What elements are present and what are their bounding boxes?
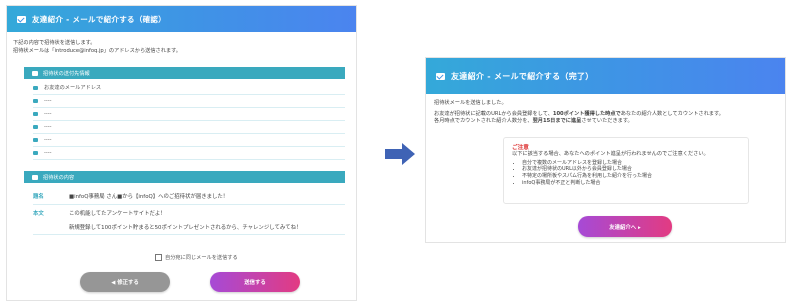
subject-row: 題名 ■infoQ事務局 さん■から【infoQ】へのご招待状が届きました！ (33, 188, 345, 205)
content-section-title: 招待状の内容 (43, 174, 75, 181)
recipients-section-title: 招待状の送付先情報 (43, 70, 90, 77)
envelope-icon (33, 124, 38, 129)
checkbox-label: 自分宛に同じメールを送信する (165, 255, 238, 261)
friend-referral-top-button[interactable]: 友達紹介へ ▸ (578, 216, 672, 237)
arrow-right-icon (385, 143, 415, 165)
notice-list: 自分で複数のメールアドレスを登録した場合 お友達が招待状のURL以外から会員登録… (512, 160, 740, 187)
intro-line-2: 招待状メールは「introduce@infoq.jp」のアドレスから送信されます… (13, 47, 181, 54)
recipient-value: ---- (44, 110, 52, 117)
recipient-row: お友達のメールアドレス (33, 81, 345, 95)
complete-line-1: 招待状メールを送信しました。 (434, 100, 507, 106)
envelope-icon (33, 137, 38, 142)
complete-message: 招待状メールを送信しました。 お友達が招待状に記載のURLから会員登録をして、1… (434, 100, 779, 126)
complete-line-3: 各月時点でカウントされた紹介人数分を、翌月15日までに進呈させていただきます。 (434, 118, 779, 126)
line3-part: させていただきます。 (581, 118, 633, 124)
complete-header: 友達紹介 - メールで紹介する（完了） (426, 58, 785, 94)
body-line-1: この机能してたアンケートサイトだよ！ (69, 211, 166, 217)
recipients-section-header: 招待状の送付先情報 (24, 67, 345, 79)
line2-part: お友達が招待状に記載のURLから会員登録をして、 (434, 110, 553, 117)
complete-title: 友達紹介 - メールで紹介する（完了） (451, 71, 594, 81)
line3-emphasis: 翌月15日までに進呈 (532, 118, 582, 124)
content-section-header: 招待状の内容 (24, 171, 345, 183)
envelope-icon (33, 85, 38, 90)
recipient-value: ---- (44, 123, 52, 130)
checkbox-box[interactable] (155, 254, 162, 261)
recipient-row: ---- (33, 107, 345, 121)
send-copy-checkbox[interactable]: 自分宛に同じメールを送信する (155, 254, 238, 261)
line2-emphasis: 100ポイント獲得した時点で (552, 110, 621, 117)
recipient-value: ---- (44, 149, 52, 156)
confirm-title: 友達紹介 - メールで紹介する（確認） (32, 14, 167, 24)
line2-part: あなたの紹介人数としてカウントされます。 (620, 110, 724, 117)
confirm-header: 友達紹介 - メールで紹介する（確認） (7, 6, 356, 32)
body-line-2: 新規登録して100ポイント貯まると50ポイントプレゼントされるから、チャレンジし… (69, 225, 302, 231)
send-button[interactable]: 送信する (210, 272, 300, 292)
complete-line-2: お友達が招待状に記載のURLから会員登録をして、100ポイント獲得した時点であな… (434, 111, 779, 119)
notice-box: ご注意 以下に該当する場合、あなたへのポイント進呈が行われませんのでご注意くださ… (503, 137, 749, 204)
edit-icon (32, 174, 38, 180)
notice-intro: 以下に該当する場合、あなたへのポイント進呈が行われませんのでご注意ください。 (512, 151, 709, 157)
subject-label: 題名 (33, 194, 44, 200)
confirm-intro: 下記の内容で招待状を送信します。 招待状メールは「introduce@infoq… (13, 40, 343, 55)
line3-part: 各月時点でカウントされた紹介人数分を、 (434, 118, 533, 124)
recipient-row: ---- (33, 94, 345, 108)
back-edit-button[interactable]: ◀ 修正する (80, 272, 170, 292)
body-row: 本文 この机能してたアンケートサイトだよ！ 新規登録して100ポイント貯まると5… (33, 206, 345, 235)
notice-item: 不特定の場所板やスパム行為を利用した紹介を行った場合 (522, 173, 740, 180)
recipient-row: ---- (33, 146, 345, 160)
confirm-panel: 友達紹介 - メールで紹介する（確認） 下記の内容で招待状を送信します。 招待状… (6, 5, 357, 301)
recipient-row: ---- (33, 133, 345, 147)
recipient-row: ---- (33, 120, 345, 134)
envelope-icon (33, 111, 38, 116)
notice-title: ご注意 (512, 145, 529, 151)
body-label: 本文 (33, 211, 44, 217)
envelope-icon (436, 72, 445, 80)
envelope-icon (32, 70, 38, 76)
notice-item: infoQ事務局が不正と判断した場合 (522, 180, 740, 187)
recipient-value: ---- (44, 136, 52, 143)
envelope-icon (17, 15, 26, 23)
envelope-icon (33, 98, 38, 103)
recipient-value: お友達のメールアドレス (44, 85, 102, 91)
subject-value: ■infoQ事務局 さん■から【infoQ】へのご招待状が届きました！ (69, 194, 229, 200)
intro-line-1: 下記の内容で招待状を送信します。 (13, 40, 96, 46)
recipient-value: ---- (44, 97, 52, 104)
envelope-icon (33, 150, 38, 155)
